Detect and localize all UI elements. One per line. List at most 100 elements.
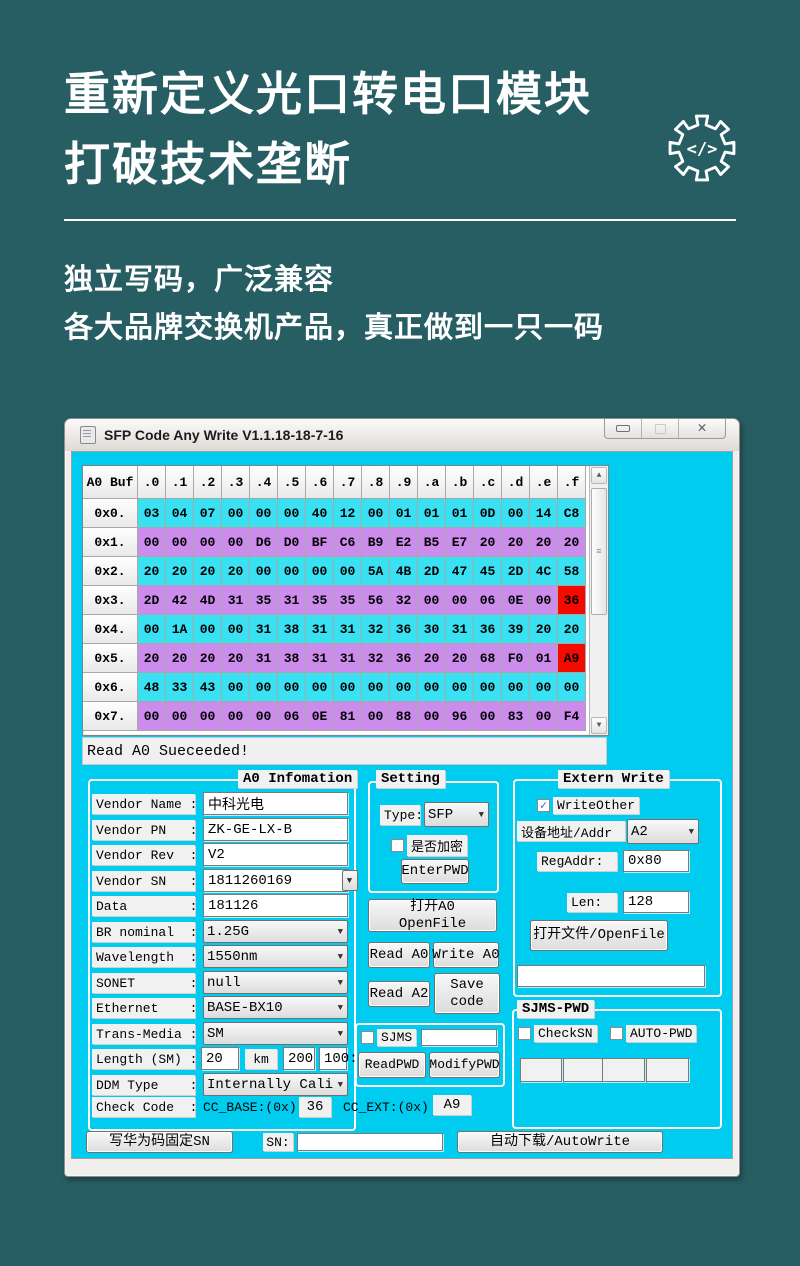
hex-cell[interactable]: 32 [362,615,390,644]
sjms-pwd-field-1[interactable] [520,1058,562,1082]
hex-cell[interactable]: BF [306,528,334,557]
hex-cell[interactable]: D0 [278,528,306,557]
hex-cell[interactable]: 31 [278,586,306,615]
hex-cell[interactable]: 0E [502,586,530,615]
hex-cell[interactable]: 1A [166,615,194,644]
check-sn-checkbox[interactable] [518,1027,531,1040]
hex-cell[interactable]: 31 [222,586,250,615]
hex-cell[interactable]: 00 [418,673,446,702]
device-addr-select[interactable]: A2▼ [627,819,699,844]
hex-cell[interactable]: 20 [166,644,194,673]
hex-cell[interactable]: 31 [250,615,278,644]
hex-cell[interactable]: 00 [502,499,530,528]
sjms-checkbox[interactable] [361,1031,374,1044]
hex-cell[interactable]: 20 [446,644,474,673]
hex-cell[interactable]: 20 [222,557,250,586]
hex-cell[interactable]: 00 [194,702,222,731]
hex-cell[interactable]: 00 [390,673,418,702]
hex-cell[interactable]: 47 [446,557,474,586]
extern-open-file-button[interactable]: 打开文件/OpenFile [530,920,668,951]
hex-cell[interactable]: 01 [390,499,418,528]
auto-write-button[interactable]: 自动下载/AutoWrite [457,1131,663,1153]
save-code-button[interactable]: Save code [434,973,500,1014]
br-nominal-select[interactable]: 1.25G▼ [203,920,348,943]
reg-addr-input[interactable]: 0x80 [623,850,689,872]
hex-cell[interactable]: 00 [334,557,362,586]
hex-cell[interactable]: 01 [418,499,446,528]
read-a0-button[interactable]: Read A0 [368,942,430,968]
type-select[interactable]: SFP▼ [424,802,489,827]
hex-cell[interactable]: 00 [474,702,502,731]
hex-cell[interactable]: 01 [446,499,474,528]
hex-cell[interactable]: 14 [530,499,558,528]
hex-cell[interactable]: 00 [362,499,390,528]
hex-cell[interactable]: 30 [418,615,446,644]
vendor-sn-dropdown-button[interactable]: ▼ [342,870,358,891]
ethernet-select[interactable]: BASE-BX10▼ [203,996,348,1019]
hex-cell[interactable]: 00 [502,673,530,702]
hex-cell[interactable]: 2D [138,586,166,615]
maximize-button[interactable] [642,419,679,438]
hex-cell[interactable]: 20 [222,644,250,673]
hex-cell[interactable]: 00 [222,615,250,644]
hex-cell[interactable]: 00 [278,557,306,586]
hex-cell[interactable]: 0D [474,499,502,528]
hex-cell[interactable]: 35 [334,586,362,615]
hex-cell[interactable]: 45 [474,557,502,586]
hex-cell[interactable]: 00 [362,702,390,731]
read-a2-button[interactable]: Read A2 [368,981,430,1007]
hex-cell[interactable]: 56 [362,586,390,615]
hex-cell[interactable]: 00 [418,586,446,615]
vendor-pn-input[interactable]: ZK-GE-LX-B [203,818,348,841]
hex-cell[interactable]: 20 [194,644,222,673]
hex-cell[interactable]: 20 [166,557,194,586]
hex-cell[interactable]: 36 [558,586,586,615]
hex-cell[interactable]: 0E [306,702,334,731]
modify-pwd-button[interactable]: ModifyPWD [429,1052,500,1078]
hex-cell[interactable]: 48 [138,673,166,702]
hex-cell[interactable]: 20 [138,644,166,673]
hex-cell[interactable]: 00 [250,673,278,702]
auto-pwd-checkbox-row[interactable]: AUTO-PWD [610,1025,696,1042]
close-button[interactable]: ✕ [679,419,725,438]
hex-cell[interactable]: 00 [278,673,306,702]
hex-cell[interactable]: 00 [362,673,390,702]
length-km-input[interactable]: 20 [201,1047,239,1070]
hex-cell[interactable]: 31 [250,644,278,673]
titlebar[interactable]: SFP Code Any Write V1.1.18-18-7-16 ✕ [65,419,739,451]
hex-cell[interactable]: 00 [250,499,278,528]
hex-cell[interactable]: 38 [278,644,306,673]
sjms-pwd-field-4[interactable] [646,1058,689,1082]
check-sn-checkbox-row[interactable]: CheckSN [518,1025,597,1042]
hex-cell[interactable]: 00 [194,528,222,557]
hex-cell[interactable]: C8 [558,499,586,528]
hex-cell[interactable]: 36 [474,615,502,644]
hex-cell[interactable]: 58 [558,557,586,586]
hex-cell[interactable]: 07 [194,499,222,528]
hex-cell[interactable]: 31 [334,615,362,644]
hex-cell[interactable]: 2D [502,557,530,586]
hex-cell[interactable]: 31 [446,615,474,644]
wavelength-select[interactable]: 1550nm▼ [203,945,348,968]
hex-cell[interactable]: 00 [278,499,306,528]
hex-cell[interactable]: 4C [530,557,558,586]
vendor-name-input[interactable]: 中科光电 [203,792,348,815]
hex-cell[interactable]: 42 [166,586,194,615]
hex-cell[interactable]: 40 [306,499,334,528]
write-huawei-sn-button[interactable]: 写华为码固定SN [86,1131,233,1153]
hex-cell[interactable]: 38 [278,615,306,644]
hex-cell[interactable]: 96 [446,702,474,731]
hex-cell[interactable]: 20 [558,528,586,557]
vendor-rev-input[interactable]: V2 [203,843,348,866]
sonet-select[interactable]: null▼ [203,971,348,994]
enter-pwd-button[interactable]: EnterPWD [401,859,469,884]
hex-cell[interactable]: 20 [138,557,166,586]
hex-cell[interactable]: F0 [502,644,530,673]
hex-cell[interactable]: 33 [166,673,194,702]
hex-cell[interactable]: 83 [502,702,530,731]
hex-cell[interactable]: 36 [390,615,418,644]
hex-cell[interactable]: 31 [334,644,362,673]
read-pwd-button[interactable]: ReadPWD [358,1052,426,1078]
hex-cell[interactable]: 20 [474,528,502,557]
hex-cell[interactable]: 20 [194,557,222,586]
